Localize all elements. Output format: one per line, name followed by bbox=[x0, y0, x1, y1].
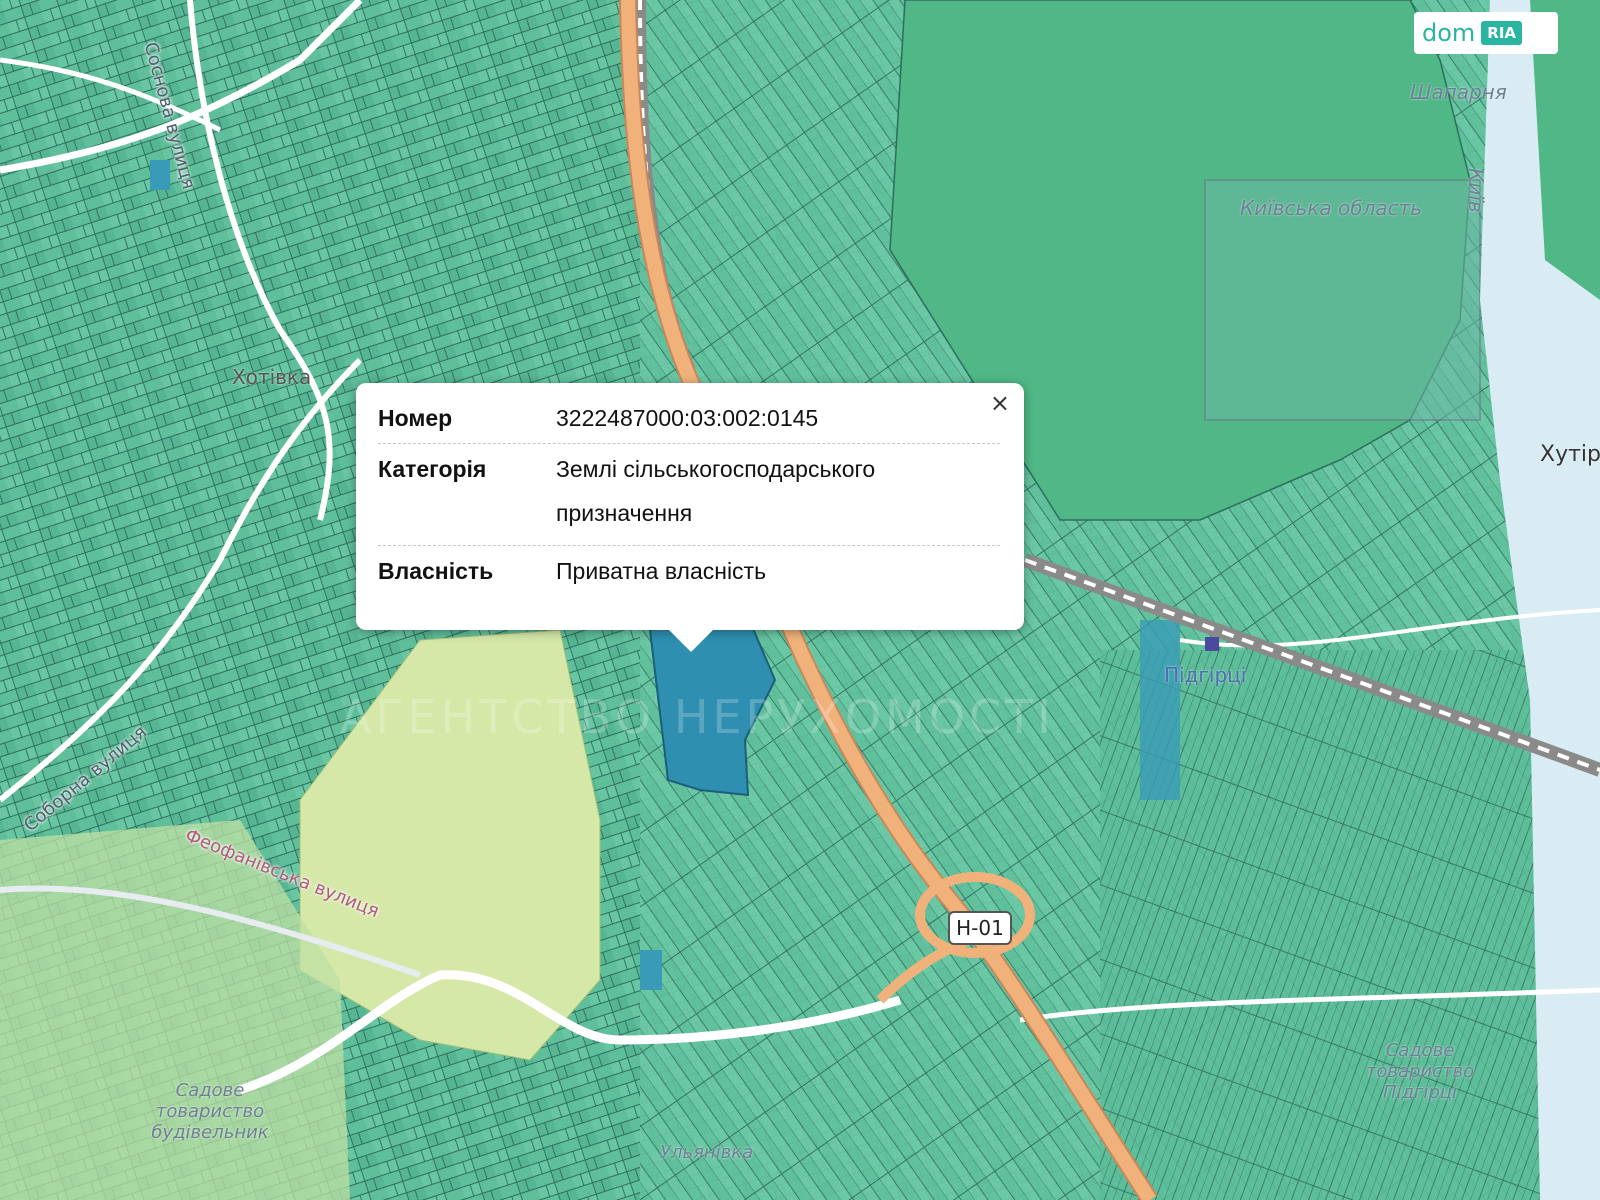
close-icon[interactable]: × bbox=[990, 389, 1010, 417]
popup-row-ownership: Власність Приватна власність bbox=[378, 546, 1000, 596]
parcel-blue bbox=[150, 160, 170, 190]
watermark: АГЕНТСТВО НЕРУХОМОСТІ bbox=[340, 690, 1055, 744]
place-label-pidhirtsi: Підгірці bbox=[1164, 663, 1247, 687]
station-marker bbox=[1205, 637, 1219, 651]
place-label-kyiv: Київ bbox=[1464, 168, 1488, 213]
logo-badge: RIA bbox=[1481, 21, 1523, 45]
popup-value: 3222487000:03:002:0145 bbox=[556, 405, 819, 431]
popup-key: Власність bbox=[378, 558, 494, 584]
place-label-khutir: Хутір bbox=[1540, 442, 1600, 467]
parcel-info-popup: × Номер 3222487000:03:002:0145 Категорія… bbox=[356, 383, 1024, 652]
place-label-shaparnia: Шапарня bbox=[1410, 80, 1507, 104]
place-label-sadove-pidhirtsi: Садове товариство Підгірці bbox=[1365, 1040, 1475, 1103]
place-label-sadove-budivelnyk: Садове товариство будівельник bbox=[151, 1080, 269, 1143]
dom-ria-logo: dom RIA bbox=[1414, 12, 1558, 54]
popup-value: Землі сільськогосподарського призначення bbox=[556, 456, 876, 526]
place-label-khotivka: Хотівка bbox=[232, 365, 312, 389]
place-label-kyiv-oblast: Київська область bbox=[1240, 196, 1423, 220]
place-label-ulianivka: Ульянівка bbox=[660, 1142, 754, 1163]
popup-value: Приватна власність bbox=[556, 558, 767, 584]
popup-row-number: Номер 3222487000:03:002:0145 bbox=[378, 393, 1000, 444]
popup-key: Номер bbox=[378, 405, 453, 431]
parcel-blue bbox=[640, 950, 662, 990]
road-badge-h01: Н-01 bbox=[948, 911, 1012, 945]
popup-key: Категорія bbox=[378, 456, 487, 482]
logo-text: dom bbox=[1422, 19, 1476, 47]
parcel-blue bbox=[1140, 620, 1180, 800]
popup-row-category: Категорія Землі сільськогосподарського п… bbox=[378, 444, 1000, 546]
